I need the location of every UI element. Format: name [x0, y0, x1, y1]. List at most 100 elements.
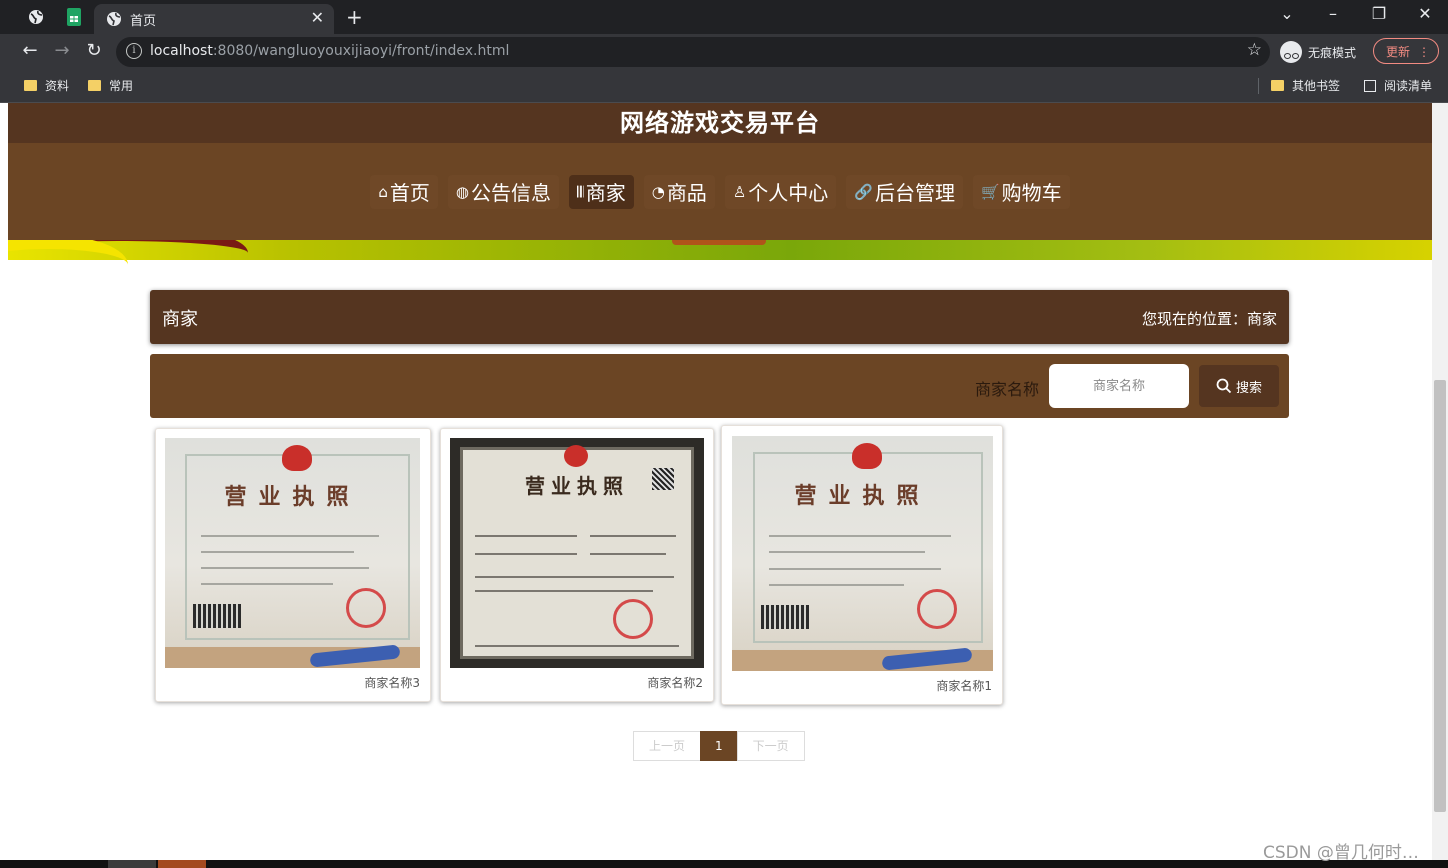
restore-icon[interactable]: ❐ [1359, 4, 1399, 23]
page-viewport: 网络游戏交易平台 ⌂ 首页 ◍ 公告信息 𝄃𝄃 商家 ◔ 商品 ♙ 个人中心 🔗… [8, 103, 1432, 860]
browser-toolbar: ← → ↻ i localhost:8080/wangluoyouxijiaoy… [0, 34, 1448, 70]
other-bookmarks[interactable]: 其他书签 [1271, 77, 1340, 94]
browser-tabstrip: 首页 ✕ + ⌄ – ❐ ✕ [0, 0, 1448, 34]
minimize-icon[interactable]: – [1313, 4, 1353, 23]
globe-icon: ◍ [455, 182, 469, 201]
pinned-tab-globe[interactable] [20, 4, 52, 30]
next-page-button[interactable]: 下一页 [736, 731, 805, 761]
watermark: CSDN @曾几何时… [1263, 843, 1419, 863]
scrollbar-thumb[interactable] [1434, 380, 1446, 812]
bookmarks-divider [1258, 78, 1259, 94]
merchant-image[interactable]: 营业执照 [165, 438, 420, 668]
back-icon[interactable]: ← [17, 40, 43, 61]
active-tab[interactable]: 首页 ✕ [94, 4, 334, 34]
search-button-label: 搜索 [1235, 380, 1262, 396]
current-position: 您现在的位置：商家 [1141, 310, 1277, 328]
merchant-card[interactable]: 营业执照 商家名称3 [155, 428, 431, 702]
new-tab-icon[interactable]: + [346, 5, 363, 29]
tab-search-chevron-icon[interactable]: ⌄ [1267, 4, 1307, 23]
other-bookmarks-label: 其他书签 [1292, 79, 1341, 93]
url-host: localhost [150, 43, 213, 59]
page-number-current[interactable]: 1 [700, 731, 738, 761]
globe-icon [107, 12, 121, 26]
taskbar-app[interactable] [158, 860, 206, 868]
site-title: 网络游戏交易平台 [620, 109, 820, 137]
incognito-label: 无痕模式 [1308, 45, 1357, 60]
folder-icon [1271, 80, 1284, 91]
nav-active-marker [672, 240, 766, 245]
license-image: 营业执照 [450, 438, 704, 668]
nav-label: 商家 [585, 181, 626, 205]
forward-icon[interactable]: → [49, 40, 75, 61]
update-button[interactable]: 更新 ⋮ [1373, 38, 1439, 64]
nav-label: 购物车 [1001, 181, 1062, 205]
search-button[interactable]: 搜索 [1199, 365, 1279, 407]
site-info-icon[interactable]: i [126, 43, 142, 59]
update-label: 更新 [1386, 45, 1411, 59]
sheets-icon [67, 8, 81, 26]
incognito-icon [1280, 41, 1302, 63]
nav-admin[interactable]: 🔗 后台管理 [846, 174, 963, 209]
folder-icon [88, 80, 101, 91]
bookmark-label: 常用 [109, 79, 134, 93]
nav-label: 个人中心 [748, 181, 829, 205]
merchant-image[interactable]: 营业执照 [450, 438, 704, 668]
breadcrumb: 商家 您现在的位置：商家 [150, 290, 1289, 344]
home-icon: ⌂ [378, 182, 388, 201]
nav-label: 首页 [389, 181, 430, 205]
prev-page-button[interactable]: 上一页 [633, 731, 702, 761]
nav-label: 后台管理 [874, 181, 955, 205]
columns-icon: 𝄃𝄃 [576, 182, 584, 201]
reading-list-label: 阅读清单 [1384, 79, 1433, 93]
taskbar-app[interactable] [108, 860, 156, 868]
incognito-indicator[interactable]: 无痕模式 [1280, 37, 1356, 67]
pagination: 上一页 1 下一页 [633, 731, 805, 761]
merchant-image[interactable]: 营业执照 [732, 436, 993, 671]
nav-home[interactable]: ⌂ 首页 [370, 174, 438, 209]
link-icon: 🔗 [854, 182, 873, 201]
nav-label: 公告信息 [470, 181, 551, 205]
merchant-name: 商家名称2 [647, 676, 703, 690]
merchant-name-input[interactable] [1049, 364, 1189, 408]
window-close-icon[interactable]: ✕ [1405, 4, 1445, 23]
bookmarks-bar: 资料 常用 其他书签 阅读清单 [0, 70, 1448, 103]
globe-icon [29, 10, 43, 24]
address-bar[interactable]: i localhost:8080/wangluoyouxijiaoyi/fron… [116, 37, 1270, 67]
nav-user-center[interactable]: ♙ 个人中心 [724, 174, 837, 209]
tab-title: 首页 [130, 14, 157, 29]
nav-cart[interactable]: 🛒 购物车 [972, 174, 1070, 209]
nav-merchants[interactable]: 𝄃𝄃 商家 [568, 174, 634, 209]
reading-list[interactable]: 阅读清单 [1364, 77, 1432, 94]
url-text[interactable]: localhost:8080/wangluoyouxijiaoyi/front/… [150, 43, 509, 59]
nav-products[interactable]: ◔ 商品 [643, 174, 715, 209]
merchant-card[interactable]: 营业执照 商家名称2 [440, 428, 714, 702]
nav-announcements[interactable]: ◍ 公告信息 [447, 174, 559, 209]
url-path: :8080/wangluoyouxijiaoyi/front/index.htm… [212, 43, 510, 59]
license-image: 营业执照 [732, 436, 993, 671]
bookmark-folder-ziliao[interactable]: 资料 [24, 77, 69, 94]
pinned-tab-sheets[interactable] [58, 4, 90, 30]
search-label: 商家名称 [975, 380, 1040, 399]
bookmark-star-icon[interactable]: ☆ [1247, 40, 1262, 60]
page-title: 商家 [162, 309, 198, 330]
merchant-name: 商家名称1 [936, 679, 992, 693]
merchant-name: 商家名称3 [364, 676, 420, 690]
bookmark-label: 资料 [45, 79, 70, 93]
folder-icon [24, 80, 37, 91]
main-nav: ⌂ 首页 ◍ 公告信息 𝄃𝄃 商家 ◔ 商品 ♙ 个人中心 🔗 后台管理 🛒 购… [8, 143, 1432, 240]
bookmark-folder-changyong[interactable]: 常用 [88, 77, 133, 94]
user-icon: ♙ [732, 182, 747, 201]
site-titlebar: 网络游戏交易平台 [8, 103, 1432, 143]
license-heading: 营业执照 [224, 484, 361, 511]
nav-label: 商品 [666, 181, 707, 205]
os-taskbar [0, 860, 1448, 868]
merchant-card[interactable]: 营业执照 商家名称1 [721, 425, 1003, 705]
close-tab-icon[interactable]: ✕ [311, 8, 324, 27]
menu-dots-icon: ⋮ [1418, 45, 1430, 59]
license-heading: 营业执照 [794, 483, 931, 510]
reading-list-icon [1364, 79, 1376, 92]
reload-icon[interactable]: ↻ [81, 40, 107, 61]
dashboard-icon: ◔ [651, 182, 665, 201]
license-image: 营业执照 [165, 438, 420, 668]
search-bar: 商家名称 搜索 [150, 354, 1289, 418]
